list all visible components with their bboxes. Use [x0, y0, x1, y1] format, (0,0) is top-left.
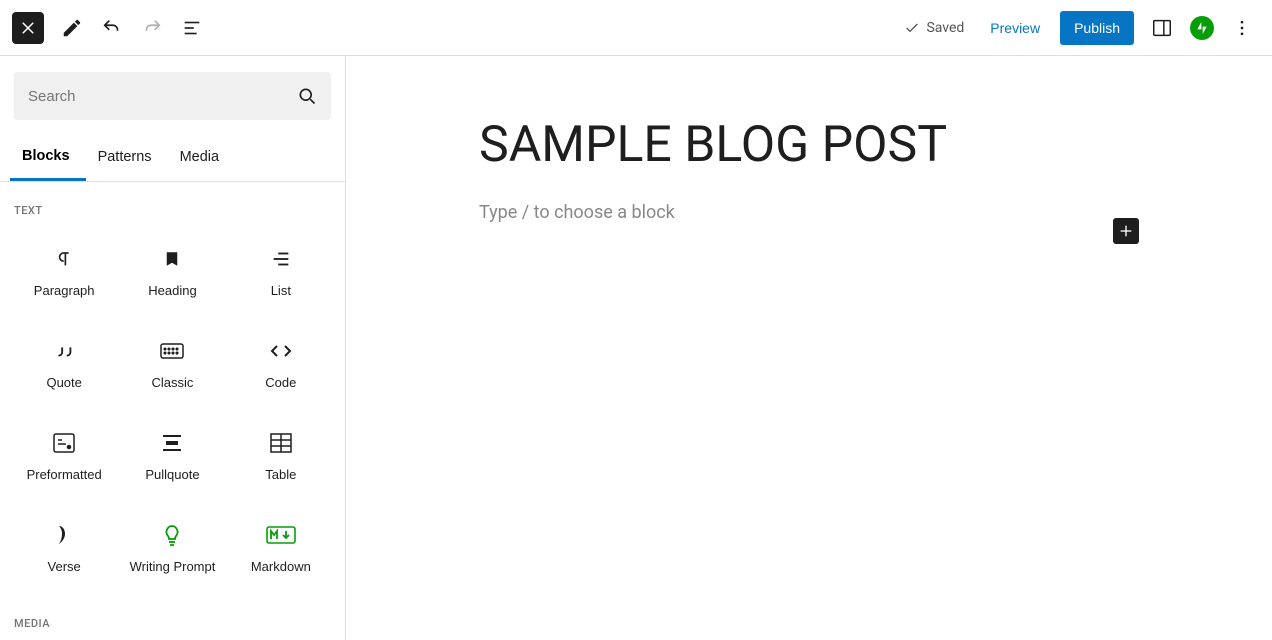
search-input[interactable] [28, 88, 297, 105]
block-writing-prompt-label: Writing Prompt [130, 559, 216, 574]
tab-patterns[interactable]: Patterns [86, 135, 168, 181]
block-paragraph-label: Paragraph [34, 283, 95, 298]
saved-label: Saved [926, 20, 964, 36]
block-quote-label: Quote [46, 375, 81, 390]
undo-icon [101, 17, 123, 39]
block-table[interactable]: Table [227, 409, 335, 501]
block-code-label: Code [265, 375, 296, 390]
block-pullquote[interactable]: Pullquote [118, 409, 226, 501]
preview-button[interactable]: Preview [980, 12, 1050, 44]
check-icon [904, 20, 920, 36]
post-title[interactable]: SAMPLE BLOG POST [479, 116, 1139, 174]
preformatted-icon [53, 429, 75, 457]
block-placeholder[interactable]: Type / to choose a block [479, 202, 1139, 223]
table-icon [270, 429, 292, 457]
canvas-content: SAMPLE BLOG POST Type / to choose a bloc… [479, 116, 1139, 223]
inserter-tabs: Blocks Patterns Media [0, 134, 345, 182]
document-overview-button[interactable] [174, 10, 210, 46]
top-toolbar: Saved Preview Publish [0, 0, 1272, 56]
pencil-icon [61, 17, 83, 39]
verse-icon [55, 521, 73, 549]
writing-prompt-icon [163, 521, 181, 549]
tab-extra-button[interactable] [309, 140, 345, 176]
tab-blocks[interactable]: Blocks [10, 134, 86, 181]
close-icon [19, 19, 37, 37]
search-box[interactable] [14, 72, 331, 120]
settings-sidebar-button[interactable] [1144, 10, 1180, 46]
editor-canvas[interactable]: SAMPLE BLOG POST Type / to choose a bloc… [346, 56, 1272, 640]
block-table-label: Table [265, 467, 296, 482]
body-area: Blocks Patterns Media TEXT Paragraph Hea… [0, 56, 1272, 640]
search-icon [297, 86, 317, 106]
block-markdown-label: Markdown [251, 559, 311, 574]
markdown-icon [266, 521, 296, 549]
inserter-sidebar: Blocks Patterns Media TEXT Paragraph Hea… [0, 56, 346, 640]
list-icon [270, 245, 292, 273]
more-vert-icon [1232, 18, 1252, 38]
close-inserter-button[interactable] [12, 12, 44, 44]
more-options-button[interactable] [1224, 10, 1260, 46]
saved-status: Saved [904, 20, 964, 36]
block-verse[interactable]: Verse [10, 501, 118, 593]
block-quote[interactable]: Quote [10, 317, 118, 409]
block-code[interactable]: Code [227, 317, 335, 409]
block-classic-label: Classic [152, 375, 194, 390]
block-writing-prompt[interactable]: Writing Prompt [118, 501, 226, 593]
edit-tools-button[interactable] [54, 10, 90, 46]
block-verse-label: Verse [48, 559, 81, 574]
classic-icon [160, 337, 184, 365]
undo-button[interactable] [94, 10, 130, 46]
block-preformatted[interactable]: Preformatted [10, 409, 118, 501]
plus-icon [1118, 223, 1134, 239]
tab-media[interactable]: Media [168, 135, 236, 181]
block-markdown[interactable]: Markdown [227, 501, 335, 593]
block-classic[interactable]: Classic [118, 317, 226, 409]
publish-button[interactable]: Publish [1060, 11, 1134, 45]
pullquote-icon [161, 429, 183, 457]
outline-icon [181, 17, 203, 39]
section-label-text: TEXT [10, 182, 335, 225]
block-heading[interactable]: Heading [118, 225, 226, 317]
block-list-label: List [271, 283, 291, 298]
toolbar-left-group [12, 10, 210, 46]
jetpack-icon [1194, 20, 1210, 36]
paragraph-icon [53, 245, 75, 273]
block-list[interactable]: List [227, 225, 335, 317]
block-heading-label: Heading [148, 283, 196, 298]
heading-icon [163, 245, 181, 273]
quote-icon [53, 337, 75, 365]
toolbar-right-group: Saved Preview Publish [904, 10, 1260, 46]
code-icon [269, 337, 293, 365]
block-pullquote-label: Pullquote [145, 467, 199, 482]
block-preformatted-label: Preformatted [27, 467, 102, 482]
redo-button[interactable] [134, 10, 170, 46]
jetpack-badge[interactable] [1190, 16, 1214, 40]
add-block-button[interactable] [1113, 218, 1139, 244]
block-paragraph[interactable]: Paragraph [10, 225, 118, 317]
block-grid-text: Paragraph Heading List Quote Classic [10, 225, 335, 593]
section-label-media: MEDIA [10, 593, 335, 640]
redo-icon [141, 17, 163, 39]
sidebar-toggle-icon [1151, 17, 1173, 39]
